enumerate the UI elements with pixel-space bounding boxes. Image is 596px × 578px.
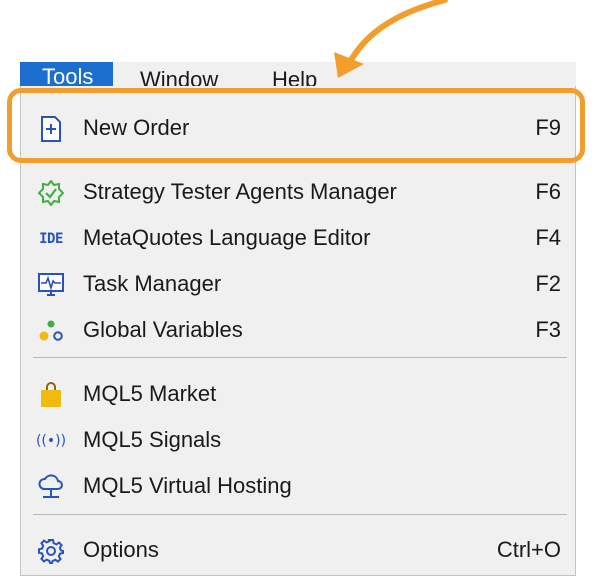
- menu-separator: [33, 357, 567, 358]
- menu-item-label: Strategy Tester Agents Manager: [83, 179, 397, 204]
- menu-bar: Tools Window Help: [20, 62, 576, 86]
- menu-separator: [33, 514, 567, 515]
- menu-item-agents-manager[interactable]: Strategy Tester Agents Manager F6: [21, 170, 575, 214]
- menu-item-label: MQL5 Market: [83, 381, 217, 406]
- menu-item-mql5-signals[interactable]: ((•)) MQL5 Signals: [21, 418, 575, 462]
- menubar-help[interactable]: Help: [272, 65, 317, 86]
- menubar-tools[interactable]: Tools: [20, 62, 114, 86]
- menu-item-metaquotes-editor[interactable]: IDE MetaQuotes Language Editor F4: [21, 216, 575, 260]
- menu-item-shortcut: Ctrl+O: [496, 537, 561, 562]
- signals-icon: ((•)): [35, 428, 67, 454]
- global-variables-icon: [37, 318, 65, 344]
- menu-item-label: New Order: [83, 115, 190, 140]
- tools-dropdown-menu: New Order F9 Strategy Tester Agents Mana…: [20, 86, 576, 576]
- menu-item-label: MetaQuotes Language Editor: [83, 225, 371, 250]
- menubar-window[interactable]: Window: [140, 65, 218, 86]
- cloud-hosting-icon: [37, 474, 65, 500]
- menu-item-global-variables[interactable]: Global Variables F3: [21, 308, 575, 352]
- signals-icon-text: ((•)): [35, 433, 67, 449]
- menu-item-shortcut: F6: [535, 179, 561, 204]
- agents-manager-icon: [37, 180, 65, 206]
- menu-item-shortcut: F2: [535, 271, 561, 296]
- ide-icon-text: IDE: [39, 231, 63, 247]
- menu-item-shortcut: F3: [535, 317, 561, 342]
- menu-item-label: MQL5 Signals: [83, 427, 222, 452]
- menu-item-task-manager[interactable]: Task Manager F2: [21, 262, 575, 306]
- menu-item-options[interactable]: Options Ctrl+O: [21, 528, 575, 572]
- menu-item-label: Task Manager: [83, 271, 222, 296]
- task-manager-icon: [37, 272, 65, 298]
- gear-icon: [37, 538, 65, 564]
- menu-item-label: MQL5 Virtual Hosting: [83, 473, 292, 498]
- menu-item-label: Global Variables: [83, 317, 243, 342]
- menu-item-mql5-market[interactable]: MQL5 Market: [21, 372, 575, 416]
- market-bag-icon: [37, 382, 65, 408]
- menu-item-shortcut: F9: [535, 115, 561, 140]
- ide-icon: IDE: [37, 226, 65, 252]
- menu-item-shortcut: F4: [535, 225, 561, 250]
- new-order-icon: [37, 116, 65, 142]
- menu-item-label: Options: [83, 537, 159, 562]
- menu-item-new-order[interactable]: New Order F9: [21, 106, 575, 150]
- menu-item-mql5-virtual-hosting[interactable]: MQL5 Virtual Hosting: [21, 464, 575, 508]
